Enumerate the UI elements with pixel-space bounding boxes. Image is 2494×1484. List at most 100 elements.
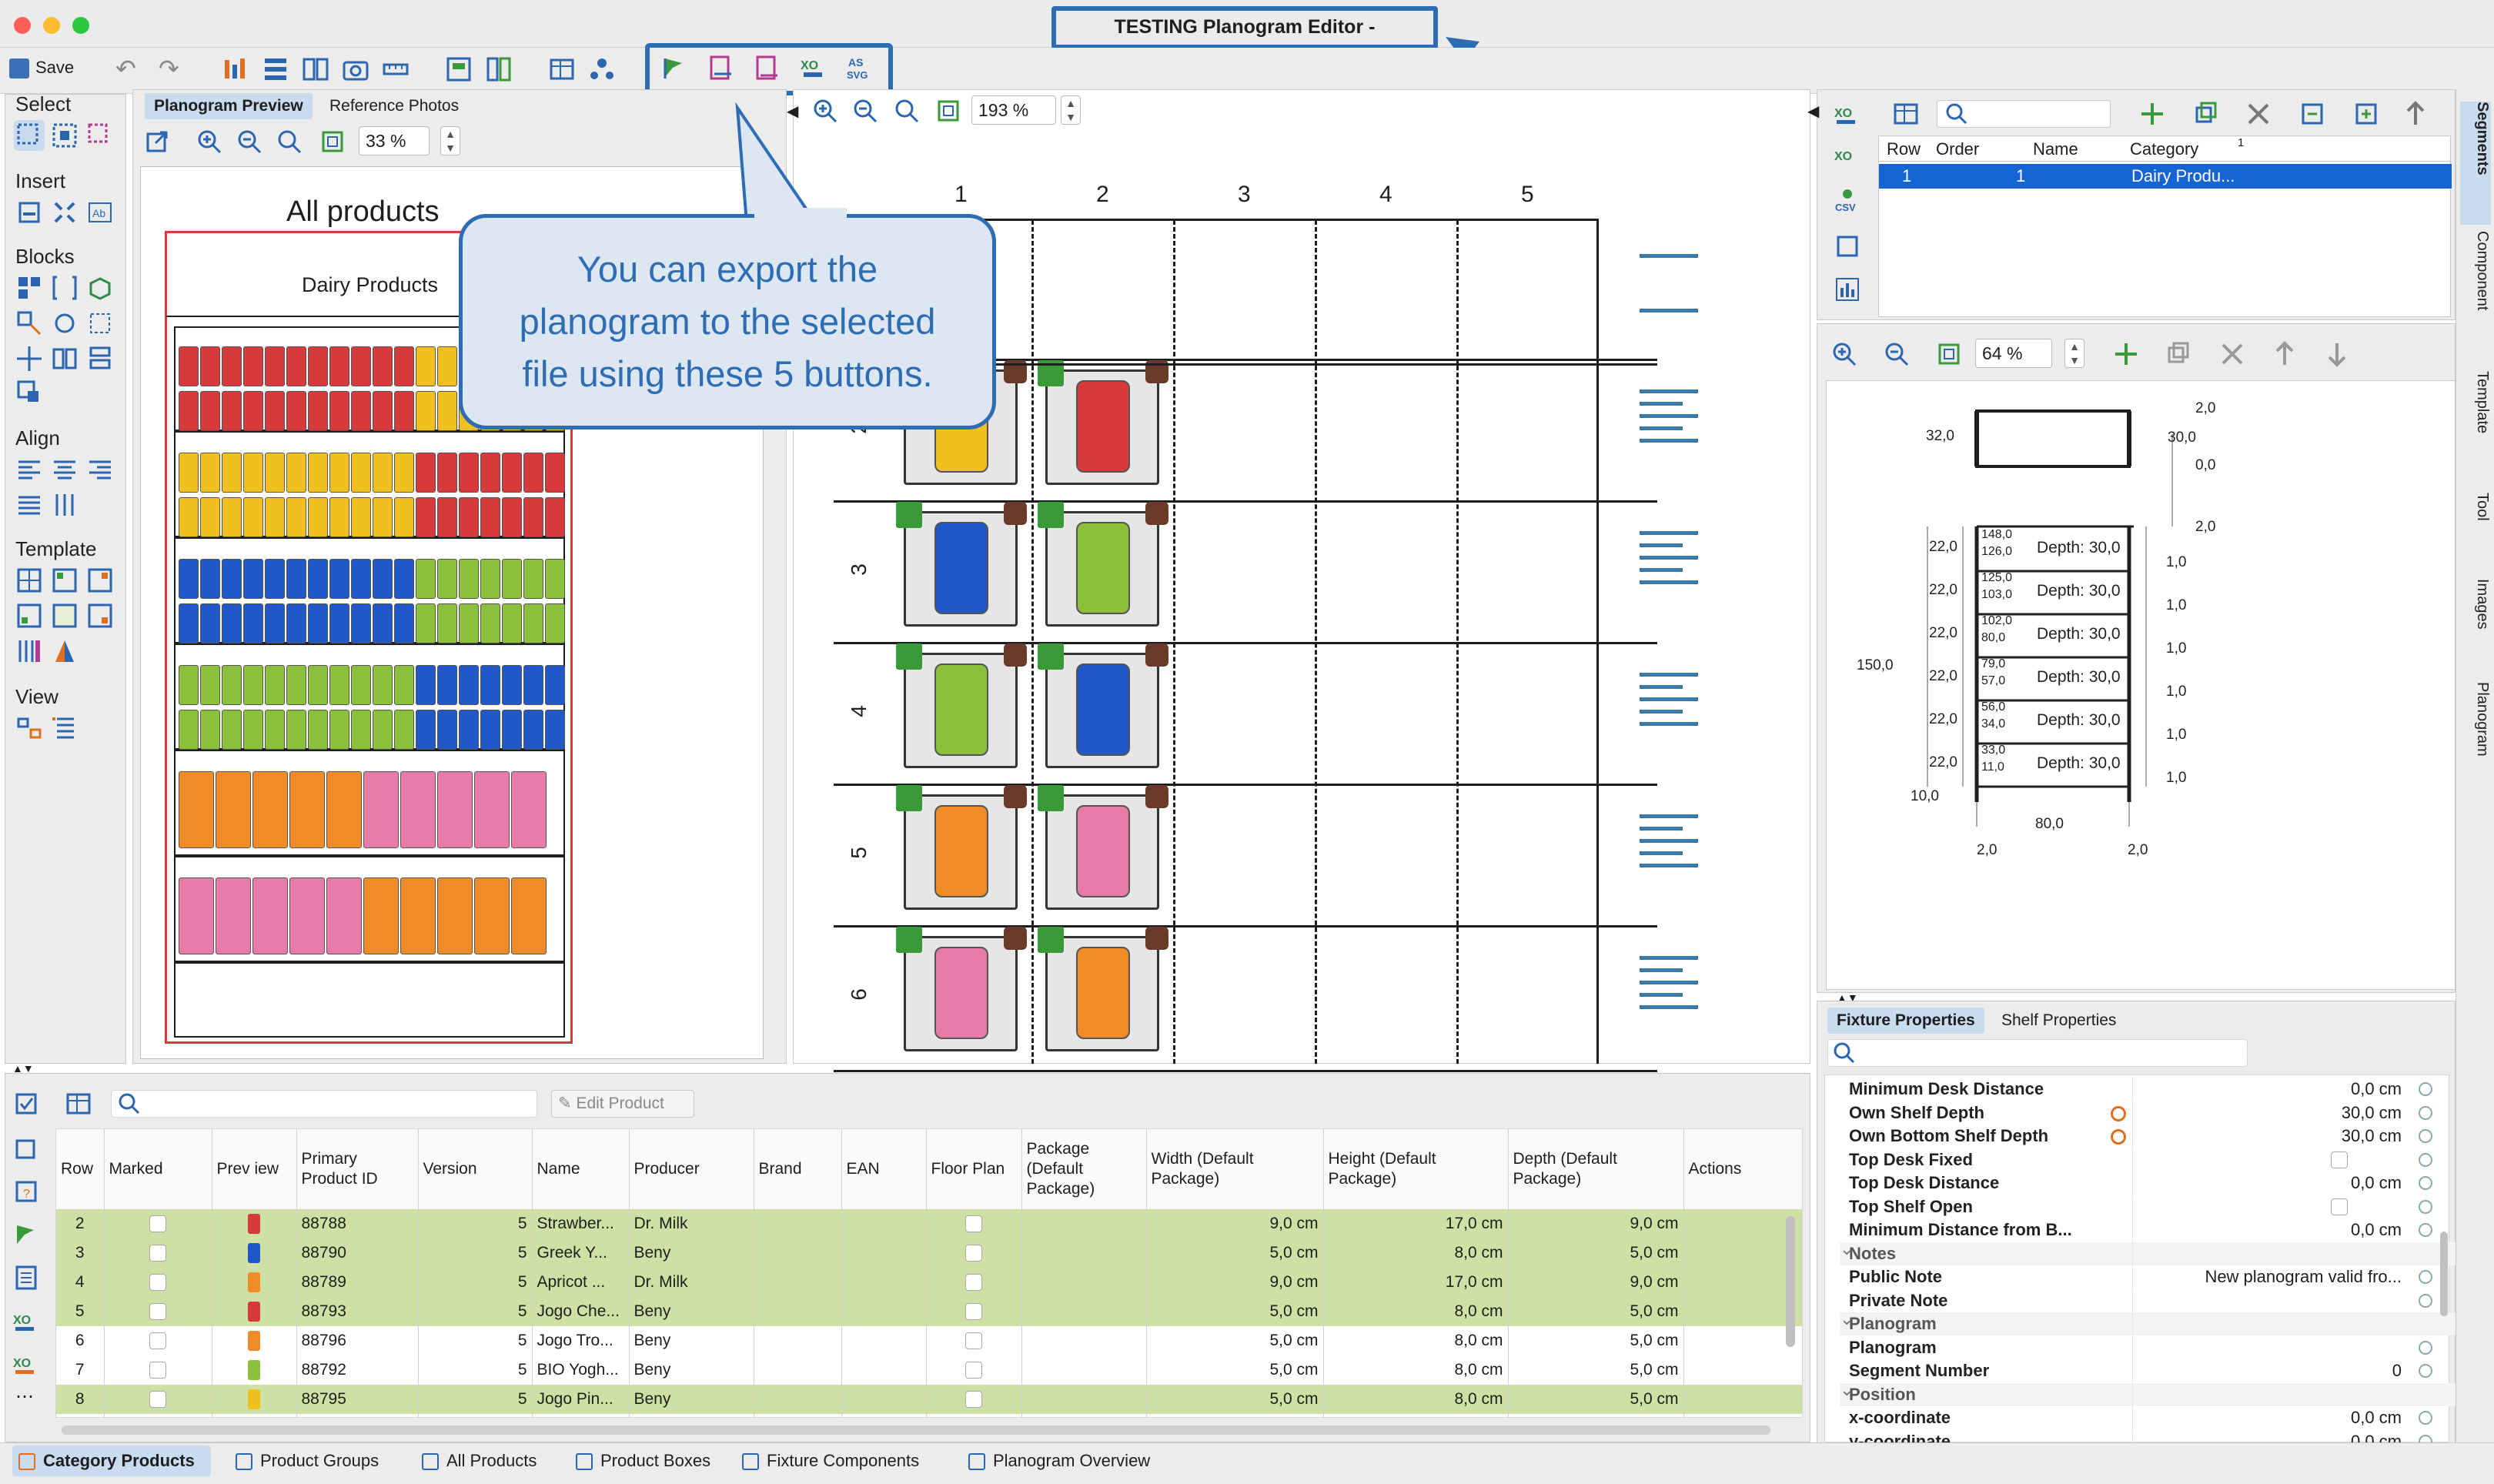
column-header[interactable]: Prev iew [212,1129,297,1209]
fixture-up-icon[interactable] [2269,339,2300,369]
fixture-view-icon[interactable] [443,54,474,85]
export-svg-icon[interactable]: AS SVG [844,52,874,83]
table-row[interactable]: 9 887915White Yo...Beny 5,0 cm8,0 cm5,0 cm [56,1414,1802,1417]
marked-checkbox[interactable] [149,1362,166,1379]
marked-checkbox[interactable] [149,1274,166,1292]
reset-icon[interactable] [2419,1223,2432,1237]
reset-icon[interactable] [2419,1152,2432,1167]
property-row[interactable]: Public Note New planogram valid fro... [1840,1265,2456,1288]
side-chart-icon[interactable] [1832,274,1863,305]
template-1-icon[interactable] [14,565,45,596]
table-row[interactable]: 8 88795 5 Jogo Pin... Beny 5,0 cm 8,0 cm 5,0 cm [56,1385,1802,1414]
floor-plan-checkbox[interactable] [965,1362,982,1379]
side-xml-import-icon[interactable]: XO [11,1349,42,1379]
properties-search-input[interactable] [1827,1039,2248,1067]
template-2-icon[interactable] [49,565,80,596]
reset-icon[interactable] [2419,1082,2432,1096]
network-icon[interactable] [587,54,617,85]
shelf-menu-icon[interactable] [1640,389,1698,448]
segments-move-up-icon[interactable] [2400,99,2431,129]
vtab-images[interactable]: Images [2460,579,2491,671]
side-info-icon[interactable]: ? [11,1176,42,1207]
column-header[interactable]: Width (Default Package) [1146,1129,1324,1209]
fixture-down-icon[interactable] [2322,339,2352,369]
export-pdf-icon[interactable] [705,52,736,83]
preview-zoom-in-icon[interactable] [194,126,225,157]
shelf-menu-icon[interactable] [1640,531,1698,590]
side-copy-icon[interactable] [11,1133,42,1164]
preview-zoom-field[interactable]: 33 % [359,126,430,155]
fixture-zoom-fit-icon[interactable] [1934,339,1964,369]
block-split-icon[interactable] [49,343,80,374]
side-xml-export-icon[interactable]: XO [11,1305,42,1336]
table-row[interactable]: 2 88788 5 Strawber... Dr. Milk 9,0 cm 17,0 cm 9… [56,1209,1802,1238]
maximize-window-button[interactable] [72,17,89,34]
view-compare-icon[interactable] [14,713,45,744]
marked-checkbox[interactable] [149,1215,166,1233]
table-row[interactable]: 5 88793 5 Jogo Che... Beny 5,0 cm 8,0 cm 5,0 cm [56,1297,1802,1326]
seg-col-order[interactable]: Order [1936,139,1979,159]
segments-import-icon[interactable] [2297,99,2328,129]
align-justify-icon[interactable] [14,490,45,520]
splitter-arrows-icon[interactable]: ▲▼ [12,1062,34,1075]
align-center-icon[interactable] [49,454,80,485]
column-header[interactable]: Floor Plan [926,1129,1022,1209]
property-value[interactable]: 0 [2392,1359,2402,1382]
edit-product-button[interactable]: ✎ Edit Product [551,1090,694,1118]
camera-icon[interactable] [340,54,371,85]
minimize-window-button[interactable] [43,17,60,34]
side-flag-icon[interactable] [11,1219,42,1250]
close-window-button[interactable] [14,17,31,34]
marquee-select-icon[interactable] [49,120,80,151]
property-row[interactable]: Own Shelf Depth 30,0 cm [1840,1101,2456,1125]
properties-scrollbar[interactable] [2440,1232,2448,1316]
table-row[interactable]: 4 88789 5 Apricot ... Dr. Milk 9,0 cm 17,0 cm 9… [56,1268,1802,1297]
floor-plan-checkbox[interactable] [965,1215,982,1233]
property-value[interactable]: 0,0 cm [2351,1078,2402,1101]
side-layout-icon[interactable] [1832,231,1863,262]
property-row[interactable]: Top Desk Distance 0,0 cm [1840,1171,2456,1195]
column-header[interactable]: Actions [1683,1129,1802,1209]
reset-icon[interactable] [2419,1129,2432,1143]
column-header[interactable]: Marked [104,1129,212,1209]
floor-plan-checkbox[interactable] [965,1303,982,1321]
reset-icon[interactable] [2419,1411,2432,1425]
seg-col-row[interactable]: Row [1887,139,1921,159]
fixture-zoom-field[interactable]: 64 % [1975,339,2052,368]
align-columns-icon[interactable] [49,490,80,520]
fixture-add-icon[interactable] [2111,339,2141,369]
column-header[interactable]: Package (Default Package) [1021,1129,1147,1209]
column-header[interactable]: Depth (Default Package) [1508,1129,1684,1209]
property-row[interactable]: Planogram [1840,1335,2456,1359]
column-header[interactable]: Version [418,1129,533,1209]
template-6-icon[interactable] [85,600,115,631]
side-doc-icon[interactable] [11,1262,42,1293]
chevron-down-icon[interactable]: ⌄ [1840,1379,1854,1402]
vtab-template[interactable]: Template [2460,371,2491,479]
align-right-icon[interactable] [85,454,115,485]
fixture-zoom-out-icon[interactable] [1881,339,1912,369]
vtab-tool[interactable]: Tool [2460,493,2491,562]
column-header[interactable]: Brand [754,1129,842,1209]
save-button[interactable]: Save [9,52,86,83]
tab-shelf-properties[interactable]: Shelf Properties [1992,1008,2125,1034]
segments-xml-icon[interactable]: XO [1832,99,1863,129]
block-stack-icon[interactable] [85,343,115,374]
marked-checkbox[interactable] [149,1332,166,1350]
shelf-menu-icon[interactable] [1640,814,1698,873]
block-rotate-icon[interactable] [49,308,80,339]
bottom-tab[interactable]: Product Groups [229,1446,399,1476]
products-check-icon[interactable] [11,1088,42,1119]
side-xml-icon[interactable]: XO [1832,142,1863,172]
floor-plan-checkbox[interactable] [965,1332,982,1350]
property-row[interactable]: Minimum Distance from B... 0,0 cm [1840,1218,2456,1242]
preview-zoom-stepper[interactable]: ▲ ▼ [440,126,460,155]
tab-reference-photos[interactable]: Reference Photos [320,93,468,119]
block-fit-icon[interactable] [85,308,115,339]
property-value[interactable]: 0,0 cm [2351,1218,2402,1242]
property-row[interactable]: Segment Number 0 [1840,1359,2456,1382]
column-header[interactable]: Producer [629,1129,754,1209]
fixture-delete-icon[interactable] [2217,339,2248,369]
chart-layout-icon[interactable] [220,54,251,85]
preview-zoom-fit-icon[interactable] [317,126,348,157]
